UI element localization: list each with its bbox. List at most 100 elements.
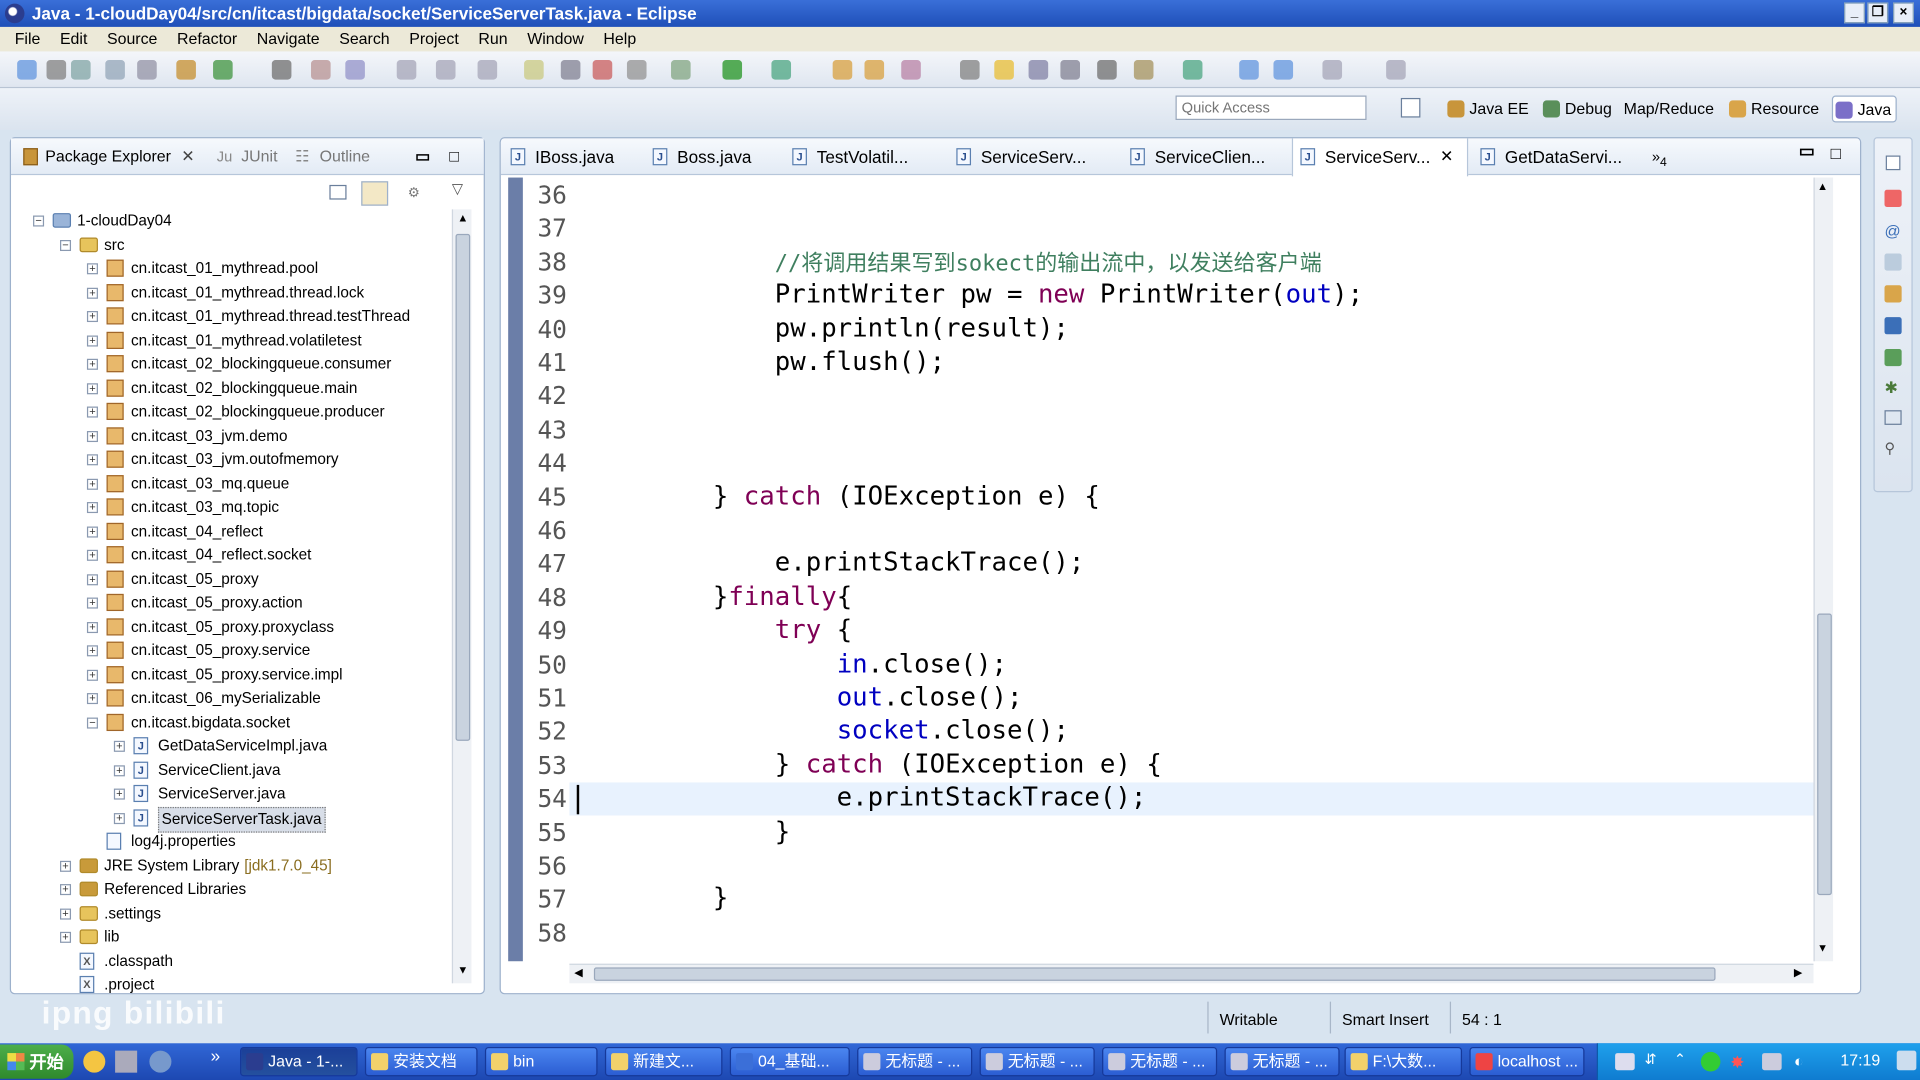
tray-volume-icon[interactable]: ◐: [1794, 1052, 1804, 1070]
new-icon[interactable]: [17, 60, 37, 80]
suspend-icon[interactable]: [560, 60, 581, 80]
tree-item[interactable]: log4j.properties: [87, 830, 427, 853]
expand-icon[interactable]: +: [60, 860, 72, 872]
expand-icon[interactable]: +: [86, 669, 98, 681]
highlight-icon[interactable]: [994, 60, 1014, 80]
tree-item[interactable]: + cn.itcast_03_jvm.demo: [86, 424, 427, 447]
tree-item[interactable]: X .classpath: [60, 950, 427, 973]
quicklaunch-browser-icon[interactable]: [83, 1050, 106, 1073]
tree-item[interactable]: + cn.itcast_06_mySerializable: [86, 687, 427, 710]
forward-icon[interactable]: [1273, 60, 1294, 80]
tree-scroll-thumb[interactable]: [455, 233, 471, 741]
editor-tab[interactable]: J TestVolatil...: [785, 138, 908, 175]
tree-item[interactable]: + cn.itcast_05_proxy.action: [86, 591, 427, 614]
tree-scrollbar[interactable]: ▲ ▼: [451, 209, 472, 984]
editor-tab[interactable]: J ServiceClien...: [1123, 138, 1265, 175]
scroll-down-icon[interactable]: ▼: [1817, 942, 1828, 954]
tree-item[interactable]: + cn.itcast_01_mythread.pool: [86, 257, 427, 280]
maximize-view-icon[interactable]: □: [449, 146, 459, 168]
expand-icon[interactable]: +: [86, 263, 98, 275]
taskbar-task[interactable]: 安装文档: [364, 1046, 478, 1077]
open-task-icon[interactable]: [864, 60, 885, 80]
more-tabs-chevron-icon[interactable]: »4: [1647, 138, 1667, 175]
scroll-left-icon[interactable]: ◀: [574, 966, 582, 979]
show-whitespace-icon[interactable]: [960, 60, 980, 80]
progress-gear-icon[interactable]: ✱: [1885, 378, 1898, 398]
tree-item[interactable]: + .settings: [60, 902, 427, 925]
minimize-view-icon[interactable]: ▭: [415, 146, 430, 168]
editor-tab[interactable]: J GetDataServi...: [1473, 138, 1622, 175]
expand-icon[interactable]: +: [86, 501, 98, 514]
restore-button[interactable]: ❐: [1867, 2, 1889, 24]
block-select-icon[interactable]: [1028, 60, 1049, 80]
coverage-icon[interactable]: [771, 60, 792, 80]
tree-item[interactable]: + cn.itcast_01_mythread.volatiletest: [86, 329, 427, 352]
tree-item[interactable]: + cn.itcast_02_blockingqueue.main: [86, 377, 427, 400]
collapse-icon[interactable]: −: [86, 716, 98, 728]
scroll-down-icon[interactable]: ▼: [456, 964, 471, 979]
editor-scroll-thumb[interactable]: [1817, 613, 1832, 896]
perspective-icon[interactable]: [1386, 60, 1406, 80]
expand-icon[interactable]: +: [113, 812, 125, 824]
expand-icon[interactable]: +: [86, 382, 98, 394]
expand-icon[interactable]: +: [86, 621, 98, 633]
expand-icon[interactable]: +: [86, 287, 98, 299]
quicklaunch-desktop-icon[interactable]: [115, 1050, 138, 1073]
search-view-icon[interactable]: ⚲: [1885, 440, 1896, 457]
close-icon[interactable]: ✕: [181, 146, 194, 168]
tree-item[interactable]: + cn.itcast_04_reflect.socket: [86, 544, 427, 567]
quicklaunch-expand-icon[interactable]: »: [211, 1046, 221, 1066]
disconnect-icon[interactable]: [626, 60, 647, 80]
tree-java-file[interactable]: + J ServiceServerTask.java: [113, 806, 427, 833]
tree-item[interactable]: + cn.itcast_02_blockingqueue.consumer: [86, 353, 427, 376]
start-button[interactable]: 开始: [0, 1044, 74, 1079]
editor-hscroll-thumb[interactable]: [593, 967, 1716, 981]
tray-monitor-icon[interactable]: [1762, 1053, 1782, 1071]
expand-icon[interactable]: +: [86, 478, 98, 490]
tree-item[interactable]: + cn.itcast_04_reflect: [86, 520, 427, 543]
tree-item[interactable]: + cn.itcast_05_proxy.service.impl: [86, 663, 427, 686]
taskbar-task[interactable]: localhost ...: [1469, 1046, 1585, 1077]
view-menu-filter-icon[interactable]: ⚙: [408, 185, 425, 201]
save-icon[interactable]: [71, 60, 91, 80]
restore-icon[interactable]: [1885, 155, 1901, 171]
editor-horizontal-scrollbar[interactable]: ◀ ▶: [569, 963, 1814, 984]
expand-icon[interactable]: +: [86, 310, 98, 323]
taskbar-task[interactable]: 04_基础...: [729, 1046, 850, 1077]
tree-item[interactable]: + cn.itcast_02_blockingqueue.producer: [86, 400, 427, 423]
pilcrow-icon[interactable]: [1097, 60, 1117, 80]
tree-item[interactable]: + cn.itcast_05_proxy.proxyclass: [86, 615, 427, 638]
taskbar-task[interactable]: Java - 1-...: [240, 1046, 358, 1077]
expand-icon[interactable]: +: [86, 525, 98, 537]
tray-clock[interactable]: 17:19: [1840, 1051, 1880, 1069]
new-dropdown-icon[interactable]: [46, 60, 67, 80]
minimize-button[interactable]: _: [1844, 2, 1865, 24]
close-button[interactable]: ×: [1893, 2, 1914, 24]
menu-search[interactable]: Search: [329, 27, 399, 51]
open-type-icon[interactable]: [832, 60, 853, 80]
editor-tab[interactable]: J ServiceServ...: [949, 138, 1086, 175]
view-menu-chevron-down-icon[interactable]: ▽: [452, 180, 463, 197]
tree-item[interactable]: − src: [60, 233, 427, 256]
javadoc-icon[interactable]: @: [1885, 222, 1901, 240]
tree-item[interactable]: + cn.itcast_01_mythread.thread.testThread: [86, 305, 427, 328]
close-icon[interactable]: ✕: [1440, 138, 1453, 175]
tree-item[interactable]: + JRE System Library [jdk1.7.0_45]: [60, 854, 427, 877]
editor-tab[interactable]: J IBoss.java: [503, 138, 614, 175]
scroll-right-icon[interactable]: ▶: [1794, 966, 1802, 979]
tree-java-file[interactable]: + J ServiceClient.java: [113, 759, 427, 782]
expand-icon[interactable]: +: [86, 645, 98, 657]
editor-vertical-scrollbar[interactable]: ▲ ▼: [1813, 177, 1834, 962]
new-java-project-icon[interactable]: [176, 60, 196, 80]
open-perspective-icon[interactable]: [1400, 97, 1421, 118]
collapse-icon[interactable]: −: [60, 239, 72, 251]
menu-refactor[interactable]: Refactor: [167, 27, 247, 51]
tasks-icon[interactable]: [1884, 189, 1902, 207]
expand-icon[interactable]: +: [86, 549, 98, 561]
search-icon[interactable]: [901, 60, 921, 80]
maximize-editor-icon[interactable]: □: [1831, 143, 1841, 163]
tray-network-icon[interactable]: [1700, 1051, 1721, 1072]
tray-keyboard-icon[interactable]: [1615, 1053, 1635, 1071]
tree-item[interactable]: + cn.itcast_03_mq.queue: [86, 472, 427, 495]
back-icon[interactable]: [1239, 60, 1259, 80]
